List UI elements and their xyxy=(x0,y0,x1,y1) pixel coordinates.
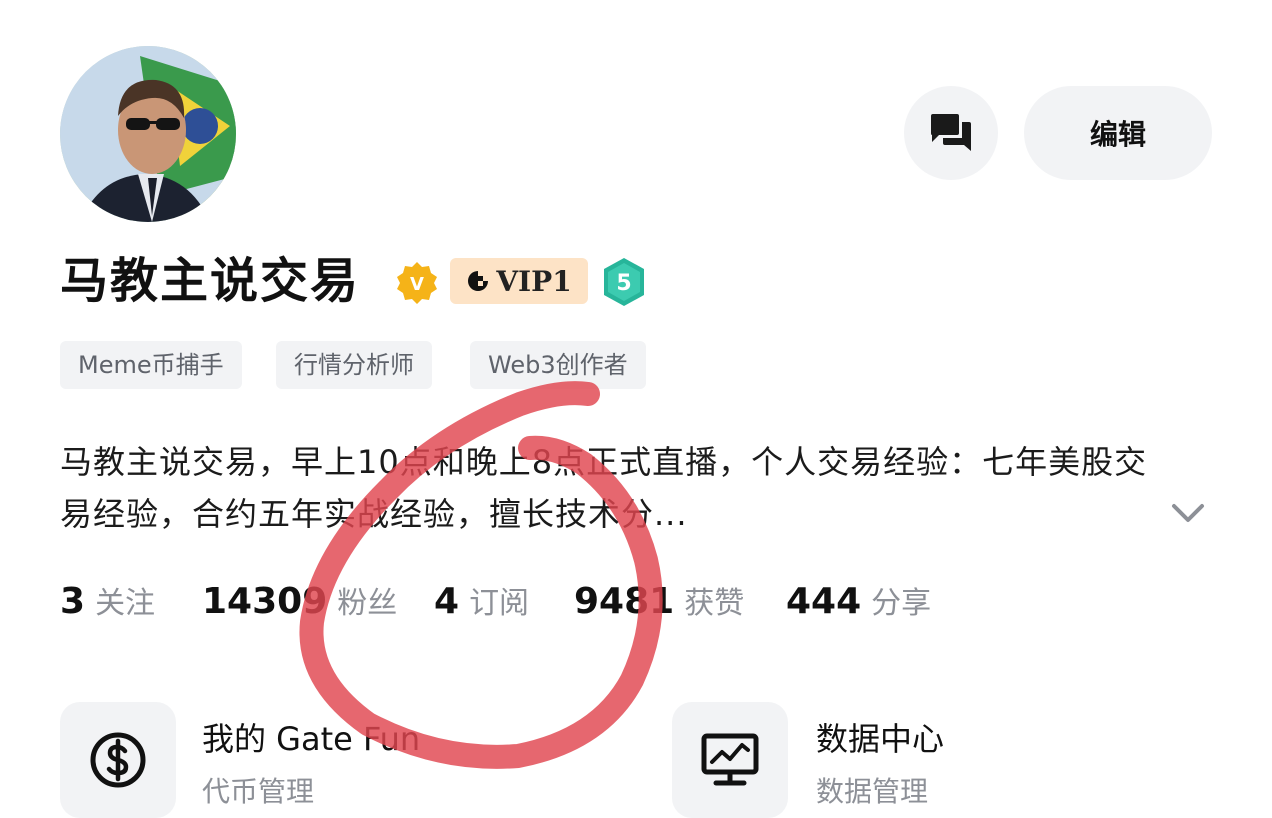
gate-logo-icon xyxy=(468,271,489,291)
stat-label: 获赞 xyxy=(684,586,745,621)
stat-value: 14309 xyxy=(202,581,328,622)
stat-followers[interactable]: 14309 粉丝 xyxy=(202,576,397,628)
data-center-title[interactable]: 数据中心 xyxy=(816,714,944,760)
avatar-photo xyxy=(60,46,236,222)
gate-fun-subtitle: 代币管理 xyxy=(202,775,315,808)
stat-value: 9481 xyxy=(574,581,675,622)
verified-badge-icon: V xyxy=(397,262,437,304)
chevron-down-icon[interactable] xyxy=(1168,496,1208,532)
vip-badge[interactable]: VIP1 xyxy=(450,258,588,304)
level-badge: 5 xyxy=(604,258,644,306)
avatar[interactable] xyxy=(60,46,236,222)
profile-bio: 马教主说交易，早上10点和晚上8点正式直播，个人交易经验：七年美股交易经验，合约… xyxy=(60,443,1148,533)
data-center-subtitle: 数据管理 xyxy=(816,775,929,808)
profile-name: 马教主说交易 xyxy=(60,253,361,309)
stat-label: 粉丝 xyxy=(337,586,398,621)
gate-fun-title[interactable]: 我的 Gate Fun xyxy=(202,714,420,760)
level-number: 5 xyxy=(616,271,631,296)
stat-following[interactable]: 3 关注 xyxy=(60,576,155,628)
svg-text:V: V xyxy=(410,274,424,295)
stat-likes[interactable]: 9481 获赞 xyxy=(574,576,744,628)
monitor-chart-icon xyxy=(701,733,759,786)
stat-label: 分享 xyxy=(871,586,932,621)
stat-value: 444 xyxy=(786,581,862,622)
message-button[interactable] xyxy=(904,86,998,180)
data-center-card[interactable] xyxy=(672,702,788,818)
chat-bubbles-icon xyxy=(931,114,971,151)
vip-label: VIP1 xyxy=(496,264,572,298)
tag-meme-hunter: Meme币捕手 xyxy=(60,341,242,389)
stat-label: 关注 xyxy=(95,586,156,621)
edit-profile-button[interactable]: 编辑 xyxy=(1024,86,1212,180)
gate-fun-card[interactable] xyxy=(60,702,176,818)
stat-value: 3 xyxy=(60,581,86,622)
tag-market-analyst: 行情分析师 xyxy=(276,341,432,389)
tag-web3-creator: Web3创作者 xyxy=(470,341,646,389)
stat-label: 订阅 xyxy=(469,586,530,621)
dollar-circle-icon xyxy=(90,732,146,788)
stat-value: 4 xyxy=(434,581,460,622)
stat-shares[interactable]: 444 分享 xyxy=(786,576,931,628)
stat-subscriptions[interactable]: 4 订阅 xyxy=(434,576,529,628)
